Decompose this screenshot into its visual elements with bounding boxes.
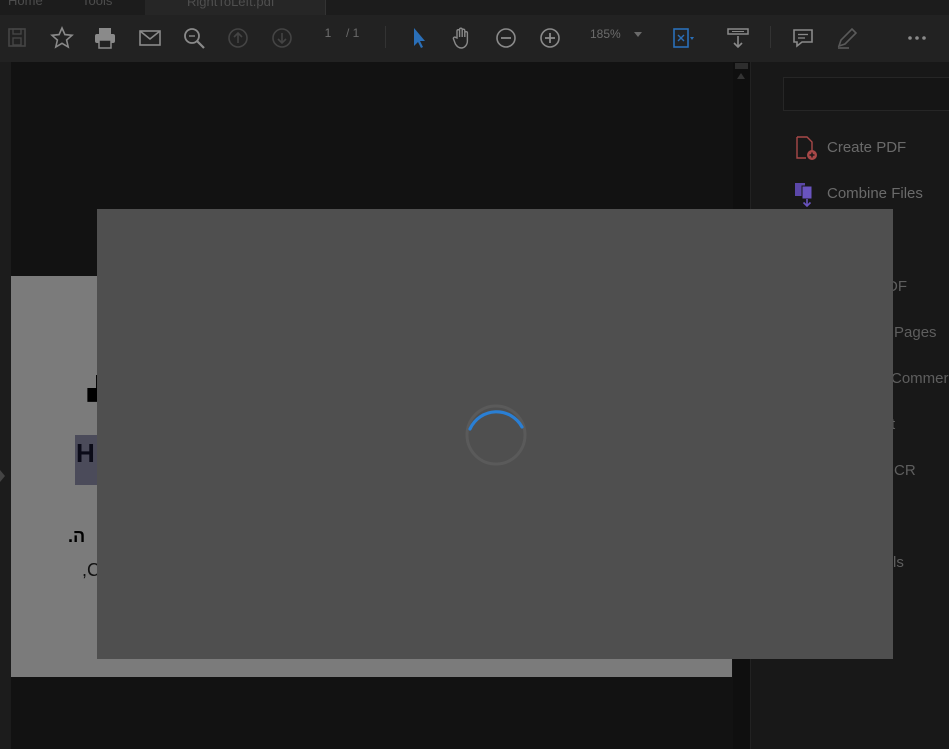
zoom-in-button[interactable] [536,24,564,52]
fit-page-icon [673,28,694,48]
minus-circle-icon [496,28,516,48]
comment-button[interactable] [789,24,817,52]
loading-spinner-icon [465,404,527,466]
pen-icon [837,27,858,49]
print-button[interactable] [91,24,119,52]
save-button[interactable] [4,24,32,52]
zoom-select[interactable]: 185% [580,24,644,44]
more-options-button[interactable] [903,24,931,52]
next-page-button[interactable] [268,24,296,52]
read-mode-button[interactable] [724,24,752,52]
mail-icon [139,30,161,46]
toolbar-divider [385,26,386,48]
tab-tools[interactable]: Tools [82,0,112,15]
zoom-value: 185% [590,27,621,41]
more-horizontal-icon [908,36,926,40]
expand-left-panel-icon[interactable] [0,470,5,482]
tool-label-fragment: ls [893,554,904,571]
left-nav-strip [0,62,11,749]
page-total-label: / 1 [346,26,360,40]
select-tool-button[interactable] [405,24,433,52]
zoom-out-button[interactable] [492,24,520,52]
email-button[interactable] [136,24,164,52]
cursor-arrow-icon [414,28,425,48]
tool-label-fragment: CR [894,462,916,479]
tools-search-input[interactable] [783,77,949,111]
save-icon [8,28,26,47]
tool-label-fragment: Commer [891,370,949,387]
hand-icon [452,27,469,49]
previous-page-button[interactable] [224,24,252,52]
tab-home[interactable]: Home [8,0,43,15]
find-button[interactable] [180,24,208,52]
tool-label-fragment: Pages [894,324,937,341]
document-text-line: .ה [68,526,86,546]
chevron-down-icon [634,32,642,37]
fit-page-button[interactable] [668,24,696,52]
combine-files-icon [795,183,813,207]
scroll-mode-icon [727,28,749,49]
tab-bar: Home Tools RightToLeft.pdf [0,0,949,15]
star-icon [50,26,74,49]
hand-tool-button[interactable] [448,24,476,52]
scroll-up-icon[interactable] [737,73,745,79]
bookmark-button[interactable] [48,24,76,52]
create-pdf-icon [796,136,817,160]
print-icon [95,28,115,49]
search-icon [184,28,205,49]
toolbar-divider [770,26,771,48]
tab-document[interactable]: RightToLeft.pdf [145,0,326,15]
comment-icon [793,29,813,48]
arrow-down-circle-icon [272,28,292,48]
page-number-input[interactable]: 1 [312,24,344,42]
document-heading-selection: H [75,435,98,485]
highlight-button[interactable] [833,24,861,52]
arrow-up-circle-icon [228,28,248,48]
plus-circle-icon [540,28,560,48]
scrollbar-thumb[interactable] [735,63,748,69]
